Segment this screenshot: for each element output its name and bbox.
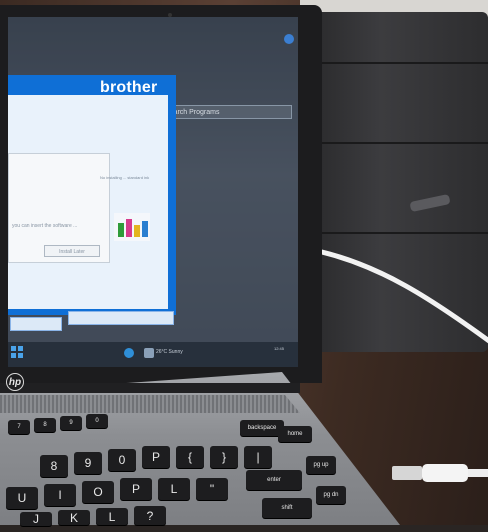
page-up-key[interactable]: pg up	[306, 456, 336, 474]
key[interactable]: U	[6, 487, 38, 509]
browser-icon[interactable]	[124, 348, 134, 358]
shift-key[interactable]: shift	[262, 498, 312, 518]
key[interactable]: }	[210, 446, 238, 468]
laptop-lid: Search Programs brother you can insert t…	[0, 5, 322, 383]
key[interactable]: 9	[60, 416, 82, 430]
key[interactable]: P	[120, 478, 152, 500]
key[interactable]: P	[142, 446, 170, 468]
page-down-key[interactable]: pg dn	[316, 486, 346, 504]
windows-start-icon[interactable]	[10, 345, 24, 359]
key[interactable]: J	[20, 512, 52, 526]
install-later-button[interactable]: Install Later	[44, 245, 100, 257]
dialog-message: you can insert the software ...	[12, 223, 78, 229]
taskbar-weather[interactable]: 26°C Sunny	[156, 349, 183, 355]
key[interactable]: K	[58, 510, 90, 525]
ink-illustration-icon	[114, 213, 150, 241]
key[interactable]: 7	[8, 420, 30, 434]
speaker-grille	[0, 395, 300, 413]
taskbar-clock[interactable]: 12:45	[256, 346, 284, 351]
key[interactable]: ?	[134, 506, 166, 525]
key[interactable]: 9	[74, 452, 102, 474]
installer-next-button[interactable]	[68, 311, 174, 325]
enter-key[interactable]: enter	[246, 470, 302, 490]
key[interactable]: {	[176, 446, 204, 468]
usb-cable	[318, 248, 488, 344]
key[interactable]: |	[244, 446, 272, 468]
key[interactable]: 8	[34, 418, 56, 432]
key[interactable]: "	[196, 478, 228, 500]
key[interactable]: 8	[40, 455, 68, 477]
installer-info-text: No installing ... standard ink	[100, 175, 150, 180]
laptop-screen: Search Programs brother you can insert t…	[8, 17, 298, 367]
hp-logo: hp	[6, 373, 24, 391]
notification-icon[interactable]	[284, 34, 294, 44]
weather-icon[interactable]	[144, 348, 154, 358]
key[interactable]: L	[96, 508, 128, 525]
search-input[interactable]: Search Programs	[158, 105, 292, 119]
key[interactable]: 0	[86, 414, 108, 428]
brother-logo: brother	[100, 79, 158, 96]
key[interactable]: I	[44, 484, 76, 506]
installer-back-button[interactable]	[10, 317, 62, 331]
key[interactable]: L	[158, 478, 190, 500]
laptop-hinge	[0, 383, 300, 393]
home-key[interactable]: home	[278, 426, 312, 442]
usb-plug	[392, 464, 488, 482]
key[interactable]: O	[82, 481, 114, 503]
key[interactable]: 0	[108, 449, 136, 471]
